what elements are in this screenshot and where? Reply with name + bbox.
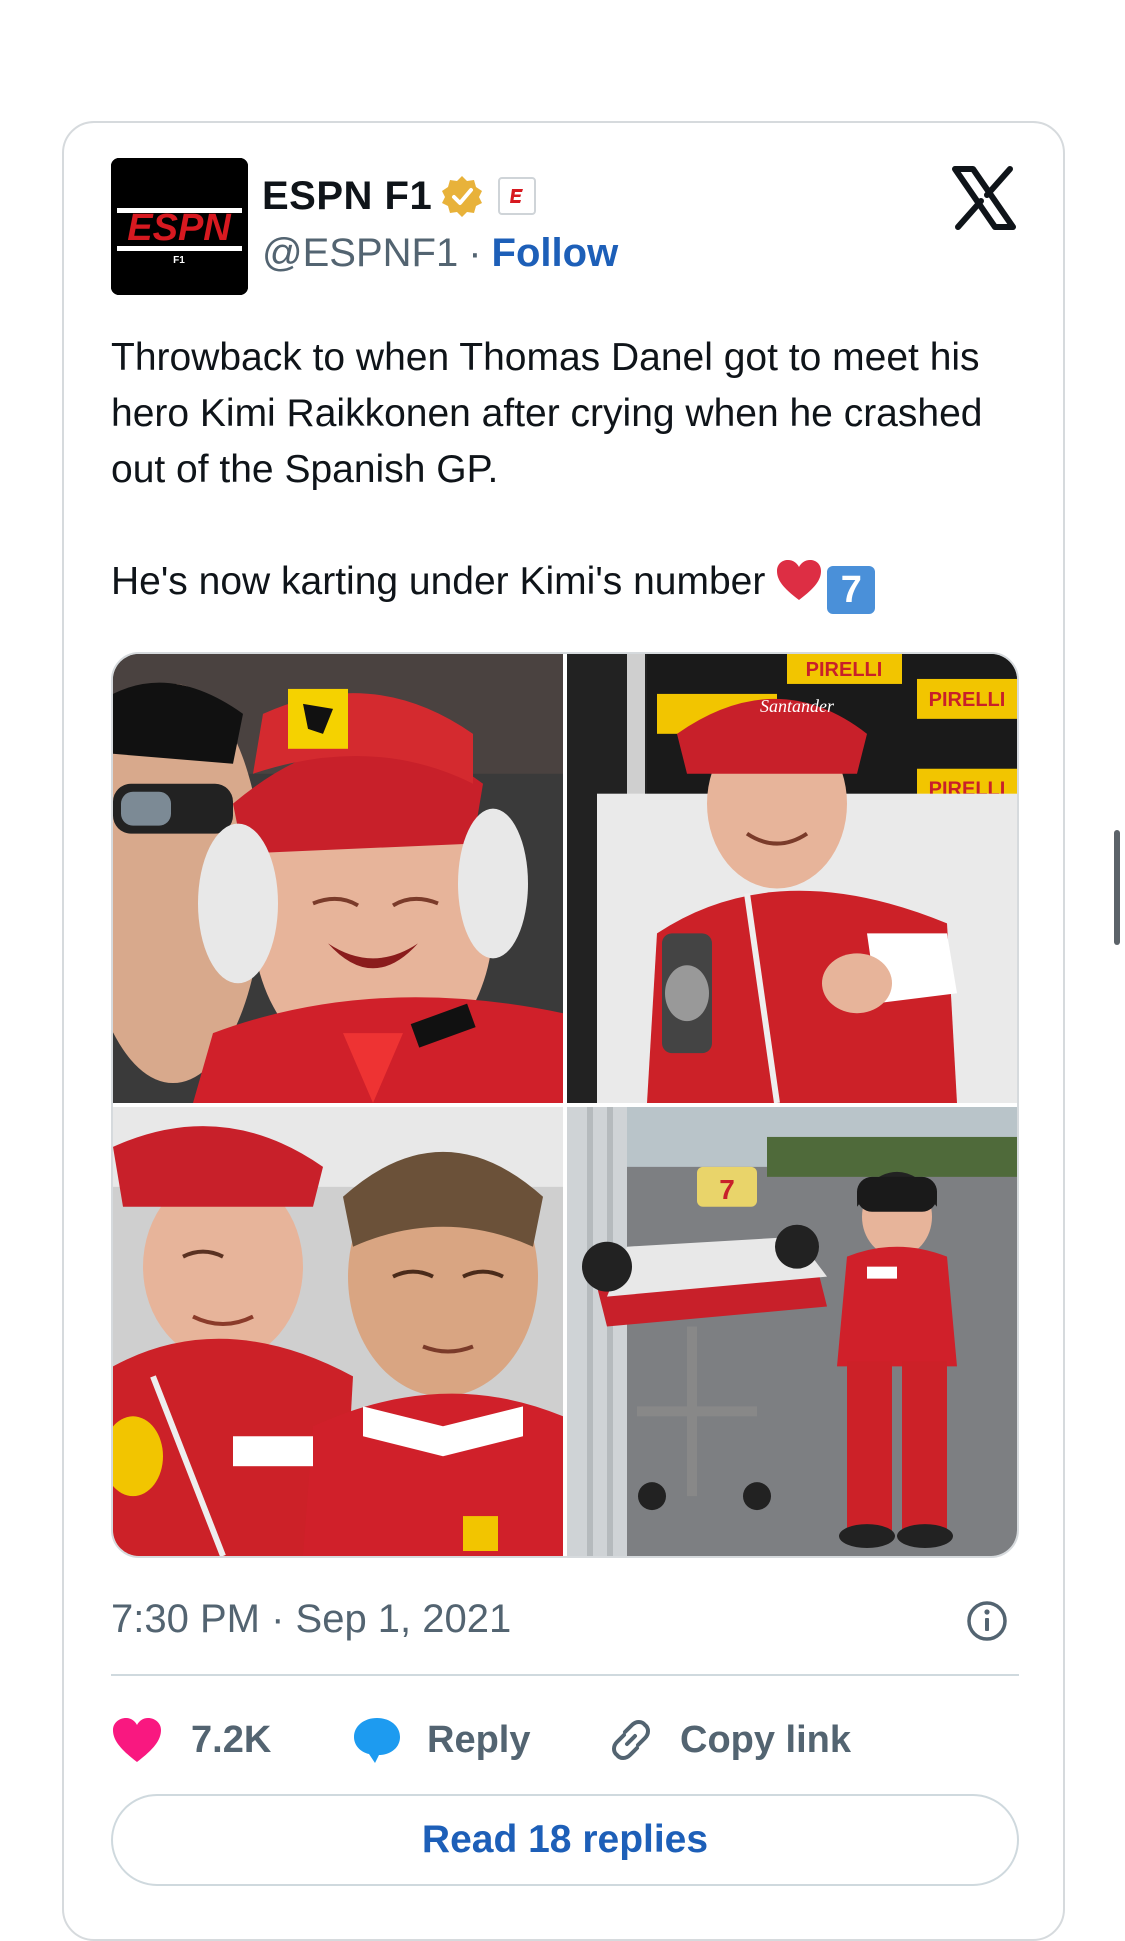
read-replies-label: Read 18 replies bbox=[421, 1818, 709, 1861]
media-grid[interactable]: PIRELLI PIRELLI PIRELLI Santander 7 bbox=[111, 652, 1019, 1558]
tweet-card: ESPN F1 ESPN F1 @ESPNF1 · Follow Throwba… bbox=[62, 121, 1065, 1941]
photo-crying-boy[interactable] bbox=[113, 654, 563, 1103]
santander-text: Santander bbox=[760, 696, 835, 716]
info-icon[interactable] bbox=[965, 1599, 1009, 1643]
tweet-text-block: Throwback to when Thomas Danel got to me… bbox=[111, 330, 1011, 614]
author-handle[interactable]: @ESPNF1 bbox=[262, 231, 458, 276]
separator-dot: · bbox=[468, 231, 482, 275]
tweet-text: Throwback to when Thomas Danel got to me… bbox=[111, 336, 983, 603]
author-name-row[interactable]: ESPN F1 bbox=[262, 171, 537, 221]
author-name[interactable]: ESPN F1 bbox=[262, 174, 432, 219]
photo-thumbs-up-boy[interactable]: PIRELLI PIRELLI PIRELLI Santander bbox=[567, 654, 1017, 1103]
heart-icon bbox=[113, 1718, 161, 1762]
copy-link-button[interactable]: Copy link bbox=[606, 1715, 851, 1765]
read-replies-button[interactable]: Read 18 replies bbox=[111, 1794, 1019, 1886]
photo-boy-with-kart[interactable]: 7 bbox=[567, 1107, 1017, 1556]
action-bar: 7.2K Reply Copy link bbox=[111, 1703, 851, 1777]
keycap-seven-emoji: 7 bbox=[827, 566, 876, 614]
divider bbox=[111, 1674, 1019, 1676]
author-handle-row: @ESPNF1 · Follow bbox=[262, 231, 618, 276]
x-logo-icon[interactable] bbox=[951, 165, 1017, 231]
photo-boy-with-kimi[interactable] bbox=[113, 1107, 563, 1556]
avatar[interactable]: ESPN F1 bbox=[111, 158, 248, 295]
reply-label: Reply bbox=[427, 1718, 531, 1761]
espn-affiliate-icon[interactable] bbox=[498, 177, 537, 215]
copy-link-label: Copy link bbox=[680, 1718, 852, 1761]
link-icon bbox=[612, 1720, 650, 1760]
avatar-subtext: F1 bbox=[173, 255, 185, 266]
kart-number-text: 7 bbox=[719, 1174, 735, 1205]
verified-badge-icon bbox=[442, 176, 483, 217]
follow-button[interactable]: Follow bbox=[492, 231, 619, 276]
reply-button[interactable]: Reply bbox=[351, 1715, 606, 1765]
like-count: 7.2K bbox=[191, 1718, 272, 1761]
avatar-logo-text: ESPN bbox=[127, 207, 232, 249]
scrollbar[interactable] bbox=[1114, 830, 1120, 945]
red-heart-emoji-icon bbox=[777, 560, 822, 600]
like-button[interactable]: 7.2K bbox=[111, 1716, 351, 1764]
tweet-timestamp[interactable]: 7:30 PM · Sep 1, 2021 bbox=[111, 1597, 511, 1642]
reply-bubble-icon bbox=[354, 1718, 400, 1763]
pirelli-sign-1: PIRELLI bbox=[806, 659, 883, 681]
pirelli-sign-2: PIRELLI bbox=[929, 689, 1006, 711]
